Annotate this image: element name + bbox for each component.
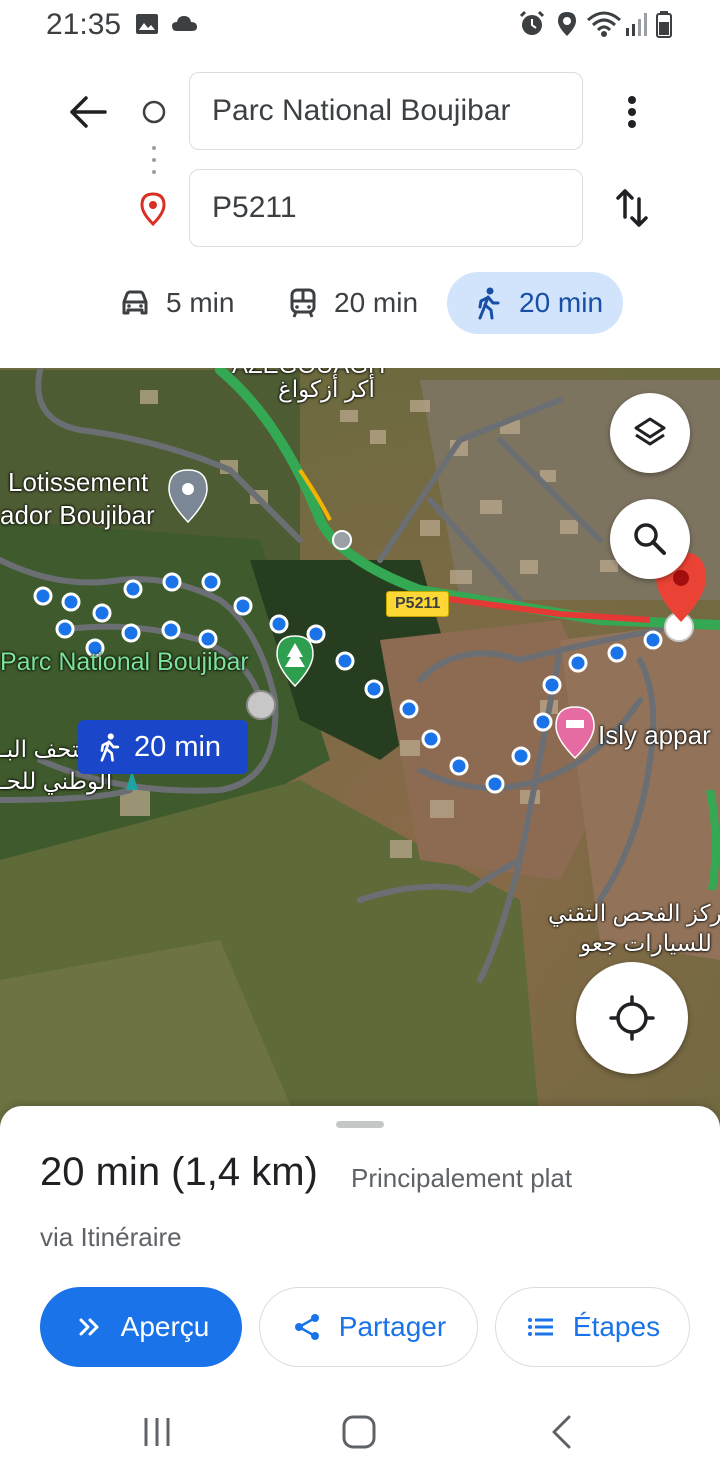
origin-input[interactable]: Parc National Boujibar	[189, 72, 583, 150]
status-time: 21:35	[46, 8, 122, 41]
map-label-lotissement-2: ador Boujibar	[0, 500, 155, 530]
mode-tab-transit[interactable]: 20 min	[272, 272, 432, 334]
map-label-top-arabic: أكر أزكواغ	[278, 376, 375, 402]
double-chevron-right-icon	[79, 1318, 99, 1336]
preview-label: Aperçu	[120, 1311, 210, 1342]
layers-icon	[634, 417, 666, 446]
steps-button[interactable]: Étapes	[495, 1287, 690, 1367]
car-icon	[122, 290, 148, 315]
nav-home-button[interactable]	[330, 1405, 388, 1459]
walk-icon	[100, 733, 120, 762]
mode-walk-label: 20 min	[519, 287, 604, 318]
transit-icon	[290, 288, 316, 318]
nav-recents-button[interactable]	[128, 1405, 186, 1459]
wifi-icon	[587, 11, 621, 37]
signal-icon	[626, 13, 647, 36]
mode-tab-car[interactable]: 5 min	[104, 272, 248, 334]
arrow-back-icon	[70, 96, 107, 128]
map-label-center-1: مركز الفحص التقني	[548, 900, 720, 926]
mode-car-label: 5 min	[166, 287, 235, 318]
list-icon	[527, 1318, 553, 1336]
mode-tab-walk[interactable]: 20 min	[447, 272, 623, 334]
route-terrain: Principalement plat	[351, 1163, 573, 1193]
route-duration-label: 20 min	[134, 730, 222, 763]
home-icon	[342, 1415, 376, 1449]
nav-back-button[interactable]	[532, 1405, 590, 1459]
route-via: via Itinéraire	[40, 1222, 182, 1252]
mode-transit-label: 20 min	[334, 287, 419, 318]
map-label-park: Parc National Boujibar	[0, 648, 249, 676]
share-button[interactable]: Partager	[259, 1287, 478, 1367]
more-options-button[interactable]	[610, 86, 654, 138]
map-label-lotissement-1: Lotissement	[8, 467, 149, 497]
search-icon	[634, 523, 666, 555]
origin-circle-icon	[142, 100, 166, 124]
my-location-icon	[609, 995, 655, 1041]
destination-input[interactable]: P5211	[189, 169, 583, 247]
steps-label: Étapes	[572, 1311, 661, 1342]
share-label: Partager	[338, 1311, 447, 1342]
preview-button[interactable]: Aperçu	[40, 1287, 242, 1367]
walk-icon	[478, 287, 500, 320]
map-label-center-2: للسيارات جعو	[580, 930, 712, 956]
alarm-icon	[519, 10, 545, 35]
route-duration-tag[interactable]: 20 min	[78, 720, 248, 774]
route-summary: 20 min (1,4 km)	[40, 1150, 318, 1194]
layers-button[interactable]	[610, 393, 690, 473]
recents-icon	[144, 1418, 170, 1446]
more-vert-icon	[628, 96, 636, 128]
cloud-icon	[172, 16, 197, 31]
my-location-button[interactable]	[576, 962, 688, 1074]
gallery-icon	[136, 14, 158, 34]
destination-pin-icon	[140, 192, 166, 226]
battery-icon	[656, 11, 672, 38]
back-icon	[552, 1415, 571, 1449]
status-bar: 21:35	[0, 0, 720, 50]
swap-vert-icon	[616, 189, 648, 227]
sheet-drag-handle[interactable]	[336, 1121, 384, 1128]
map-search-button[interactable]	[610, 499, 690, 579]
map-label-isly: Isly appar	[598, 720, 711, 750]
back-button[interactable]	[62, 88, 114, 136]
route-dots-icon	[152, 146, 156, 174]
road-badge: P5211	[386, 591, 450, 617]
share-icon	[294, 1314, 319, 1340]
location-icon	[558, 12, 576, 36]
swap-button[interactable]	[606, 180, 658, 236]
